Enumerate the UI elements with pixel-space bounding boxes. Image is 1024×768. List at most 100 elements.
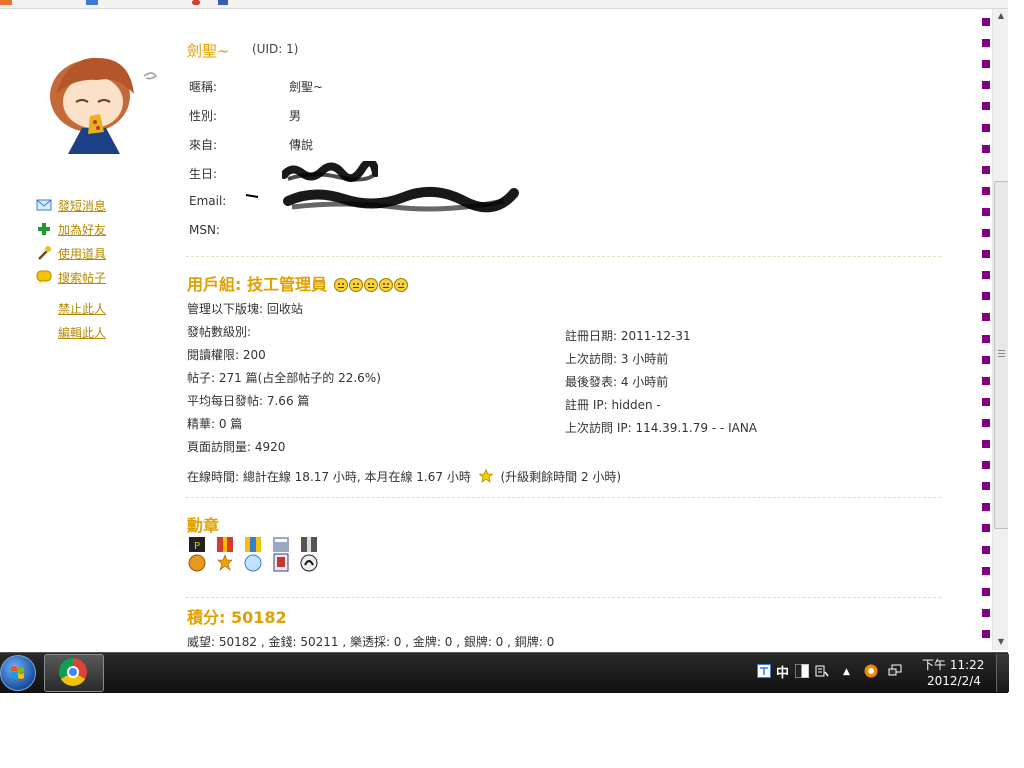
border-dot	[982, 377, 990, 385]
chrome-icon	[59, 658, 87, 686]
blank-area	[0, 693, 1024, 768]
smiley-icon	[393, 278, 408, 292]
border-dot	[982, 187, 990, 195]
svg-text:P: P	[194, 541, 200, 552]
send-message-action[interactable]: 發短消息	[36, 196, 106, 214]
clock-date[interactable]: 2012/2/4	[927, 674, 981, 688]
taskbar-chrome-button[interactable]	[44, 654, 104, 692]
rank-smilies	[333, 275, 408, 294]
border-dot	[982, 229, 990, 237]
ime-toggle-icon[interactable]	[757, 664, 771, 678]
border-dot	[982, 271, 990, 279]
ban-user-link[interactable]: 禁止此人	[58, 300, 106, 317]
ime-settings-icon[interactable]	[815, 664, 829, 678]
stat-read-permission: 閱讀權限: 200	[187, 348, 266, 362]
border-dot	[982, 39, 990, 47]
border-dot	[982, 145, 990, 153]
usergroup-title: 用戶組: 技工管理員	[187, 271, 408, 295]
profile-username: 劍聖~	[187, 42, 230, 60]
edit-user-link[interactable]: 編輯此人	[58, 324, 106, 341]
medal-icon[interactable]	[270, 537, 292, 573]
stat-moderated-boards: 管理以下版塊: 回收站	[187, 302, 303, 316]
border-dot	[982, 461, 990, 469]
section-divider	[186, 597, 941, 598]
profile-page: 發短消息 加為好友 使用道具 搜索帖子 禁止此人 編輯此人 劍聖~ (UID: …	[0, 9, 978, 650]
online-time-text: 在線時間: 總計在線 18.17 小時, 本月在線 1.67 小時	[187, 470, 471, 484]
border-dot	[982, 356, 990, 364]
section-divider	[186, 497, 941, 498]
search-posts-link[interactable]: 搜索帖子	[58, 269, 106, 286]
points-title: 積分: 50182	[187, 608, 287, 627]
points-detail: 威望: 50182 , 金錢: 50211 , 樂透採: 0 , 金牌: 0 ,…	[187, 635, 555, 649]
use-item-action[interactable]: 使用道具	[36, 244, 106, 262]
network-icon[interactable]	[888, 664, 902, 678]
envelope-icon	[36, 199, 52, 211]
medal-icon[interactable]	[214, 537, 236, 573]
stat-last-visit-ip: 上次訪問 IP: 114.39.1.79 - - IANA	[565, 421, 758, 435]
page-scrollbar[interactable]: ▲ ▼	[992, 9, 1009, 650]
profile-uid: (UID: 1)	[252, 42, 299, 56]
border-dot	[982, 609, 990, 617]
border-dot	[982, 398, 990, 406]
add-friend-link[interactable]: 加為好友	[58, 221, 106, 238]
medal-icon[interactable]	[242, 537, 264, 573]
border-dot	[982, 60, 990, 68]
scrollbar-thumb[interactable]	[994, 181, 1009, 529]
border-dot	[982, 250, 990, 258]
border-dot	[982, 482, 990, 490]
stat-last-post: 最後發表: 4 小時前	[565, 375, 669, 389]
border-dot	[982, 588, 990, 596]
border-dot	[982, 546, 990, 554]
send-message-link[interactable]: 發短消息	[58, 197, 106, 214]
field-label-birthday: 生日:	[189, 167, 218, 181]
border-dot	[982, 419, 990, 427]
upgrade-time-text: (升級剩餘時間 2 小時)	[500, 470, 622, 484]
stat-daily-posts: 平均每日發帖: 7.66 篇	[187, 394, 310, 408]
section-divider	[186, 256, 941, 257]
windows-logo-icon	[11, 666, 24, 679]
start-button[interactable]	[0, 655, 36, 691]
window-edge	[1008, 0, 1024, 693]
search-posts-action[interactable]: 搜索帖子	[36, 268, 106, 286]
field-label-location: 來自:	[189, 138, 218, 152]
plus-icon	[38, 223, 50, 235]
stat-register-date: 註冊日期: 2011-12-31	[565, 329, 691, 343]
star-icon	[478, 468, 494, 483]
field-value-gender: 男	[289, 109, 302, 123]
scroll-up-arrow-icon[interactable]: ▲	[993, 9, 1009, 23]
border-dot	[982, 524, 990, 532]
medal-icon[interactable]: P	[186, 537, 208, 573]
redacted-birthday-scribble	[282, 161, 378, 183]
smiley-icon	[378, 278, 393, 292]
field-label-email: Email:	[189, 194, 227, 208]
scroll-down-arrow-icon[interactable]: ▼	[993, 635, 1009, 649]
stat-digest: 精華: 0 篇	[187, 417, 243, 431]
border-dot	[982, 18, 990, 26]
chat-bubble-icon	[36, 270, 52, 284]
medal-list: P	[186, 537, 320, 573]
border-dot	[982, 503, 990, 511]
medal-icon[interactable]	[298, 537, 320, 573]
smiley-icon	[363, 278, 378, 292]
ime-width-icon[interactable]	[795, 664, 809, 678]
redacted-email-scribble	[245, 186, 519, 213]
ime-mode-indicator[interactable]: 中	[776, 662, 789, 681]
use-item-link[interactable]: 使用道具	[58, 245, 106, 262]
stat-online-time: 在線時間: 總計在線 18.17 小時, 本月在線 1.67 小時 (升級剩餘時…	[187, 468, 621, 485]
border-dot	[982, 335, 990, 343]
tray-app-icon[interactable]	[864, 664, 878, 678]
field-label-nickname: 暱稱:	[189, 80, 218, 94]
clock-time[interactable]: 下午 11:22	[922, 656, 984, 673]
wand-icon	[38, 246, 51, 260]
stat-post-level: 發帖數級別:	[187, 325, 252, 339]
border-dot	[982, 630, 990, 638]
stat-posts: 帖子: 271 篇(占全部帖子的 22.6%)	[187, 371, 381, 385]
stat-register-ip: 註冊 IP: hidden -	[565, 398, 661, 412]
usergroup-title-text: 用戶組: 技工管理員	[187, 275, 327, 294]
user-avatar	[50, 57, 158, 154]
border-dot	[982, 166, 990, 174]
add-friend-action[interactable]: 加為好友	[36, 220, 106, 238]
show-desktop-button[interactable]	[996, 654, 1009, 692]
show-hidden-icons-arrow-icon[interactable]: ▲	[843, 667, 850, 677]
border-dot	[982, 440, 990, 448]
